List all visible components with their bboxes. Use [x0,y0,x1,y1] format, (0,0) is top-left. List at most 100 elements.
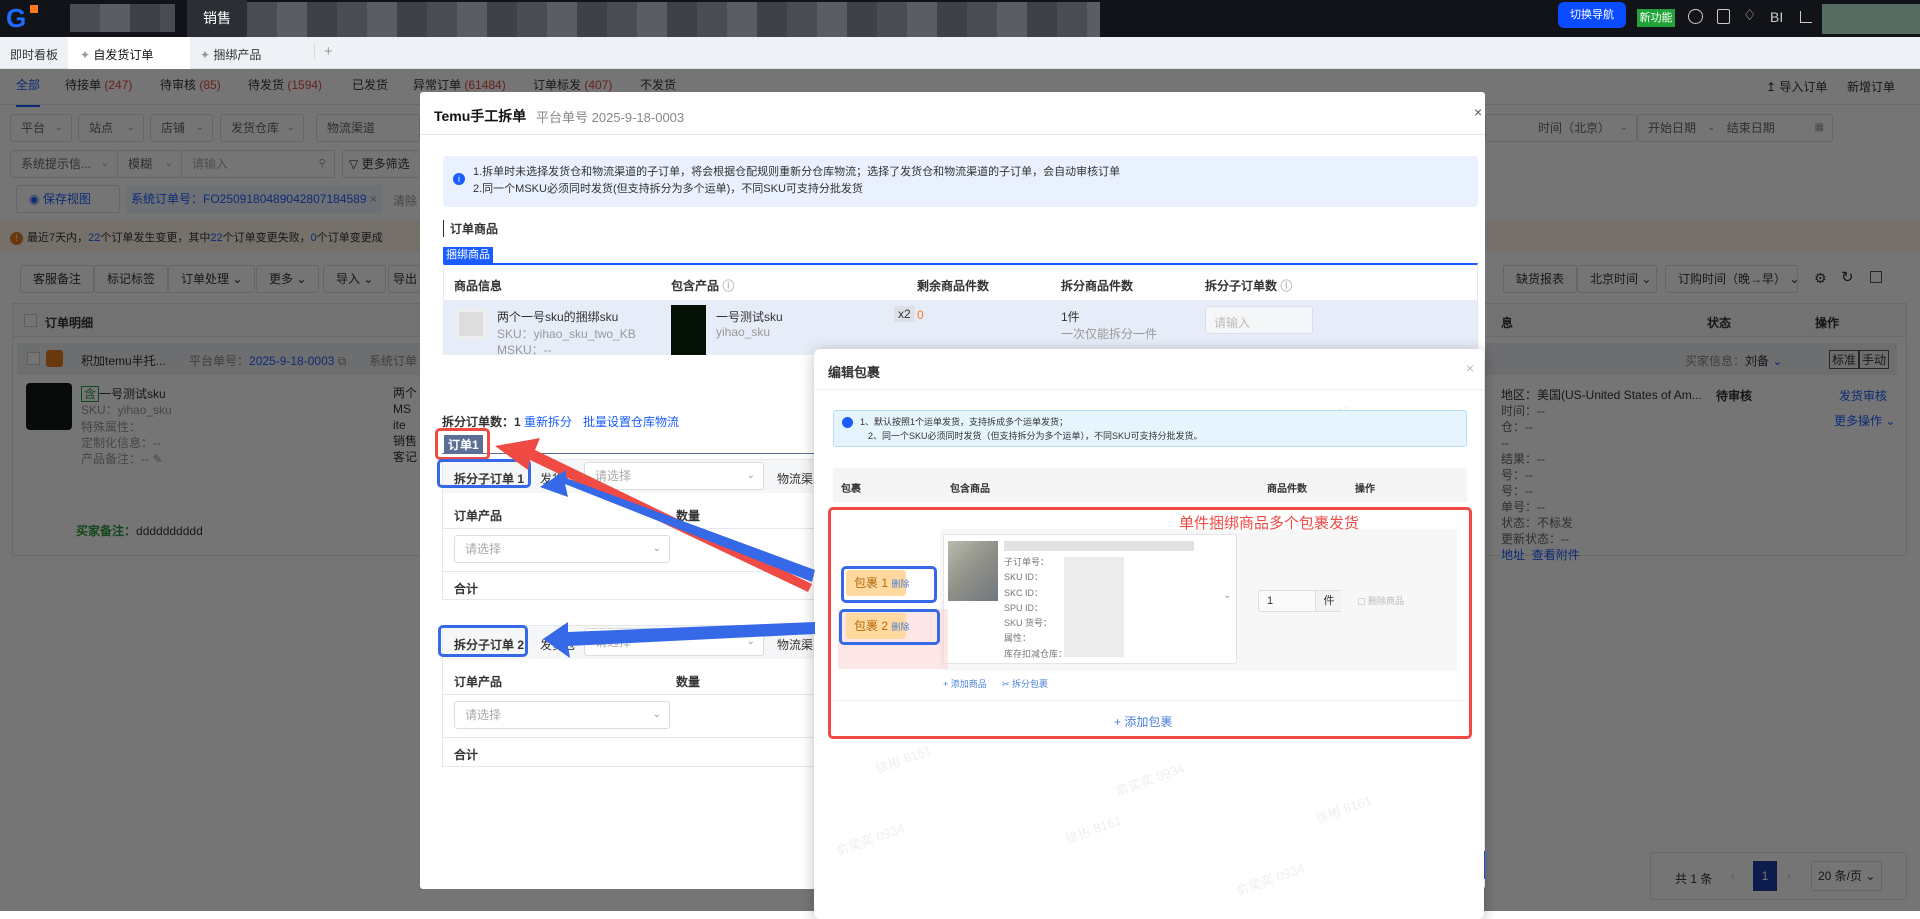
export-button[interactable]: 导出 [388,265,420,293]
status-tab-no-ship[interactable]: 不发货 [640,76,676,93]
status-tab-pending-review[interactable]: 待审核 (85) [160,76,221,93]
status-tab-all[interactable]: 全部 [16,76,41,107]
sort-select[interactable]: 订购时间（晚→早） ⌄ [1665,265,1799,293]
switch-nav-button[interactable]: 切换导航 [1558,2,1626,28]
sub-count-input[interactable]: 请输入 [1205,306,1313,334]
logistics-select[interactable]: 物流渠道 [316,114,420,142]
logistics-label: 物流渠 [777,472,814,486]
total-count: 共 1 条 [1675,872,1713,886]
delete-package-link[interactable]: 删除 [891,622,909,632]
copy-icon[interactable]: ⧉ [338,354,347,368]
cs-note-button[interactable]: 客服备注 [20,265,95,293]
columns-icon[interactable] [1870,271,1882,283]
tab-bundle-products[interactable]: ✦ 捆绑产品 [200,46,261,63]
clear-filters-link[interactable]: 清除 [393,192,417,209]
buyer-info[interactable]: 买家信息：刘备 ⌄ [1685,352,1782,369]
product-select[interactable]: 请选择 ⌄ [454,535,670,563]
import-button[interactable]: 导入 ⌄ [323,265,387,293]
more-filters-button[interactable]: ▽ 更多筛选 [342,150,420,178]
new-feature-button[interactable]: 新功能 [1637,9,1675,27]
split-package-link[interactable]: ✂ 拆分包裹 [1002,677,1048,690]
delete-package-link[interactable]: 删除 [891,579,909,589]
page-1[interactable]: 1 [1753,861,1777,891]
new-order-button[interactable]: 新增订单 [1847,78,1895,95]
bundle-sku: SKU：yihao_sku_two_KB [497,327,636,341]
bi-button[interactable]: BI [1770,9,1783,25]
fullscreen-icon[interactable] [1800,11,1812,23]
order-process-button[interactable]: 订单处理 ⌄ [168,265,256,293]
more-ops-link[interactable]: 更多操作 ⌄ [1834,412,1895,429]
filter-tag[interactable]: 系统订单号：FO2509180489042807184589 × [126,185,382,213]
status-tab-pending-ship[interactable]: 待发货 (1594) [248,76,322,93]
product-select[interactable]: 请选择 ⌄ [454,701,670,729]
close-icon[interactable]: × [370,192,377,206]
product-card[interactable]: 子订单号： SKU ID： SKC ID： SPU ID： SKU 货号： 属性： 库存扣减… [943,534,1237,664]
platform-no-link[interactable]: 2025-9-18-0003 [249,354,334,368]
module-tab-sales[interactable]: 销售 [187,0,247,37]
fuzzy-select[interactable]: 模糊 ⌄ [117,150,182,178]
status-tab-marked[interactable]: 订单标发 (407) [533,76,612,93]
manual-badge: 手动 [1859,350,1890,369]
shop-select[interactable]: 店铺 ⌄ [150,114,213,142]
select-all-checkbox[interactable] [24,314,37,327]
more-button[interactable]: 更多 ⌄ [256,265,320,293]
attachment-link[interactable]: 查看附件 [1532,548,1580,562]
order-tag[interactable]: 订单1 [444,435,483,454]
logo[interactable]: G [6,5,38,32]
hint-select[interactable]: 系统提示信... ⌄ [10,150,118,178]
next-page[interactable]: › [1787,869,1791,883]
edit-icon[interactable]: ✎ [152,452,162,466]
calendar-icon[interactable] [1717,9,1730,24]
site-select[interactable]: 站点 ⌄ [78,114,144,142]
blurred-avatar[interactable] [1822,4,1920,34]
timezone-select[interactable]: 北京时间 ⌄ [1577,265,1657,293]
bell-icon[interactable]: ♢ [1743,6,1756,24]
time-type-select[interactable]: 时间（北京） ⌄ [1485,114,1637,142]
batch-set-link[interactable]: 批量设置仓库物流 [583,413,679,430]
delete-item-button[interactable]: ▢ 删除商品 [1357,594,1404,607]
status-tab-shipped[interactable]: 已发货 [352,76,388,93]
save-view-button[interactable]: ◉ 保存视图 [16,185,120,213]
status-tab-exception[interactable]: 异常订单 (61484) [413,76,506,93]
address-link[interactable]: 地址 [1501,548,1525,562]
warehouse-select[interactable]: 请选择 ⌄ [584,462,764,490]
date-range-picker[interactable]: 开始日期 - 结束日期 ▦ [1637,114,1833,142]
chevron-down-icon[interactable]: ⌄ [1223,590,1231,601]
platform-select[interactable]: 平台 ⌄ [10,114,72,142]
tab-dashboard[interactable]: 即时看板 [10,46,58,63]
close-icon[interactable]: × [1466,360,1474,376]
qty-input[interactable]: 1 件 [1258,590,1342,612]
add-package-button[interactable]: + 添加包裹 [1114,713,1172,730]
package-1[interactable]: 包裹 1 删除 [846,570,909,596]
import-orders-button[interactable]: ↥ 导入订单 [1766,78,1827,95]
row-checkbox[interactable] [27,352,40,365]
product-special: 特殊属性： [81,420,142,434]
resplit-link[interactable]: 重新拆分 [524,413,572,430]
close-icon[interactable]: × [1474,104,1482,120]
help-icon[interactable]: ⓘ [1280,279,1292,293]
settings-icon[interactable]: ⚙ [1814,270,1827,287]
product-name: 含一号测试sku [81,385,166,402]
status-tab-pending-accept[interactable]: 待接单 (247) [65,76,132,93]
prev-page[interactable]: ‹ [1731,869,1735,883]
help-icon[interactable]: ⓘ [722,279,734,293]
warehouse-label: 发货仓 [540,472,577,486]
col-sub-count: 拆分子订单数 ⓘ [1205,279,1293,293]
tab-self-ship-orders[interactable]: ✦ 自发货订单 [68,37,190,69]
stock-report-button[interactable]: 缺货报表 [1503,265,1578,293]
search-input[interactable]: 请输入 ⚲ [181,150,335,178]
warehouse-select[interactable]: 发货仓库 ⌄ [220,114,304,142]
tab-bundle[interactable]: 捆绑商品 [443,247,493,263]
ship-audit-link[interactable]: 发货审核 [1839,387,1887,404]
package-2[interactable]: 包裹 2 删除 [846,613,909,639]
page-size-select[interactable]: 20 条/页 ⌄ [1811,861,1883,891]
refresh-icon[interactable]: ↻ [1841,268,1854,286]
edit-info-box: 1、默认按照1个运单发货，支持拆成多个运单发货； 2、同一个SKU必须同时发货（但… [833,410,1467,447]
help-icon[interactable] [1688,9,1703,24]
add-tab-button[interactable]: + [314,43,333,60]
mark-tag-button[interactable]: 标记标签 [94,265,169,293]
divider [420,134,1485,135]
product-image [26,383,72,430]
add-item-link[interactable]: + 添加商品 [943,677,987,690]
warehouse-select[interactable]: 请选择 ⌄ [584,628,764,656]
